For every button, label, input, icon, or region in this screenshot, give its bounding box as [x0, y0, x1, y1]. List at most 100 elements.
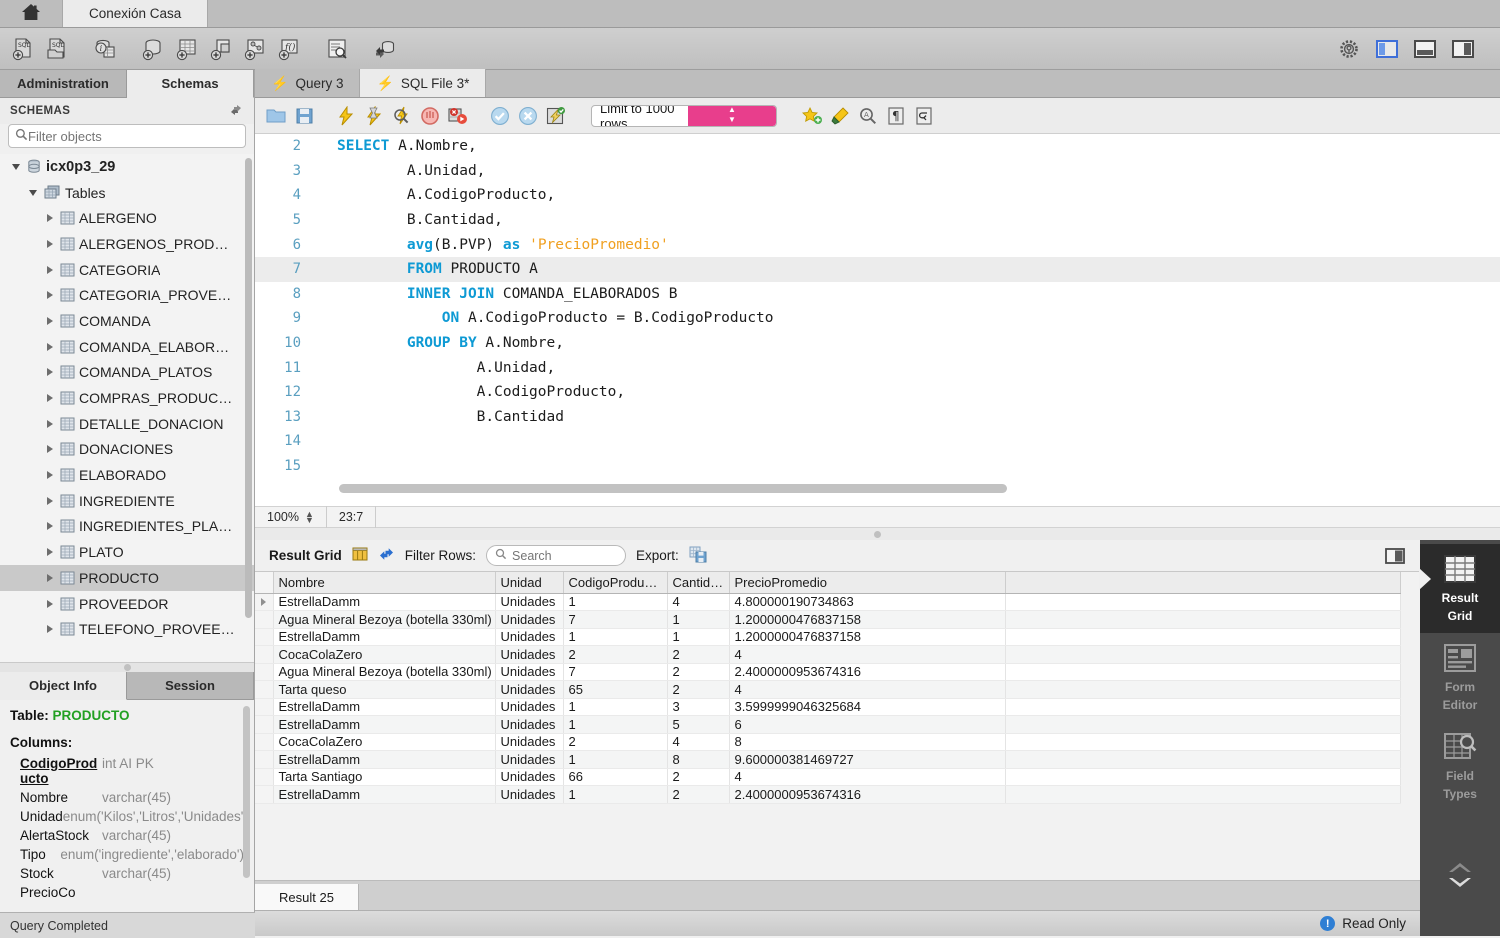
- table-cell[interactable]: 1: [667, 628, 730, 646]
- table-cell[interactable]: Agua Mineral Bezoya (botella 330ml): [273, 610, 496, 629]
- chevron-right-icon[interactable]: [42, 573, 58, 582]
- table-cell[interactable]: [1005, 785, 1401, 804]
- table-row[interactable]: Agua Mineral Bezoya (botella 330ml) Unida…: [255, 663, 1401, 681]
- commit-icon[interactable]: [487, 103, 513, 129]
- new-sql-tab-icon[interactable]: SQL: [8, 34, 38, 64]
- chevron-right-icon[interactable]: [42, 625, 58, 634]
- table-cell[interactable]: 2: [563, 645, 668, 664]
- stop-icon[interactable]: [417, 103, 443, 129]
- table-cell[interactable]: 4.800000190734863: [729, 593, 1006, 611]
- table-cell[interactable]: 4: [729, 680, 1006, 699]
- chevron-down-icon[interactable]: [25, 189, 41, 196]
- column-header[interactable]: PrecioPromedio: [729, 572, 1006, 594]
- table-cell[interactable]: EstrellaDamm: [273, 593, 496, 611]
- explain-query-icon[interactable]: [389, 103, 415, 129]
- table-row[interactable]: EstrellaDamm Unidades 1 4 4.800000190734863: [255, 593, 1401, 611]
- table-cell[interactable]: 1: [563, 715, 668, 734]
- column-header[interactable]: [1005, 572, 1401, 594]
- row-marker[interactable]: [255, 698, 274, 716]
- view-form-editor[interactable]: Form Editor: [1420, 633, 1500, 722]
- export-recordset-icon[interactable]: [689, 546, 707, 566]
- table-row[interactable]: EstrellaDamm Unidades 1 5 6: [255, 715, 1401, 734]
- tree-node-tables[interactable]: Tables: [0, 180, 254, 206]
- new-view-icon[interactable]: [206, 34, 236, 64]
- home-tab[interactable]: [0, 0, 62, 27]
- code-line[interactable]: 9 ON A.CodigoProducto = B.CodigoProducto: [255, 306, 1500, 331]
- row-marker[interactable]: [255, 768, 274, 786]
- table-cell[interactable]: 2: [667, 768, 730, 786]
- toggle-invisible-chars-icon[interactable]: ¶: [883, 103, 909, 129]
- zoom-stepper-icon[interactable]: ▲ ▼: [305, 510, 314, 525]
- code-line[interactable]: 4 A.CodigoProducto,: [255, 183, 1500, 208]
- chevron-right-icon[interactable]: [42, 599, 58, 608]
- table-row[interactable]: CocaColaZero Unidades 2 2 4: [255, 645, 1401, 664]
- tree-node-telefono-provee[interactable]: TELEFONO_PROVEE…: [0, 616, 254, 642]
- chevron-right-icon[interactable]: [42, 419, 58, 428]
- table-cell[interactable]: 7: [563, 663, 668, 681]
- chevron-right-icon[interactable]: [42, 342, 58, 351]
- table-cell[interactable]: 2: [667, 663, 730, 681]
- table-cell[interactable]: Unidades: [495, 698, 564, 716]
- row-marker[interactable]: [255, 680, 274, 699]
- tree-node-categoria[interactable]: CATEGORIA: [0, 257, 254, 283]
- new-snippet-icon[interactable]: [799, 103, 825, 129]
- row-marker[interactable]: [255, 628, 274, 646]
- chevron-right-icon[interactable]: [42, 445, 58, 454]
- code-line[interactable]: 11 A.Unidad,: [255, 355, 1500, 380]
- toggle-secondary-sidebar-icon[interactable]: [1448, 34, 1478, 64]
- tree-node-comanda-platos[interactable]: COMANDA_PLATOS: [0, 360, 254, 386]
- chevron-right-icon[interactable]: [42, 496, 58, 505]
- row-marker[interactable]: [255, 715, 274, 734]
- grid-view-icon[interactable]: [352, 546, 368, 565]
- table-row[interactable]: Tarta queso Unidades 65 2 4: [255, 680, 1401, 699]
- table-cell[interactable]: 3: [667, 698, 730, 716]
- table-cell[interactable]: [1005, 715, 1401, 734]
- table-cell[interactable]: 8: [667, 750, 730, 769]
- execute-icon[interactable]: [333, 103, 359, 129]
- limit-rows-select[interactable]: Limit to 1000 rows ▲ ▼: [591, 104, 777, 127]
- table-cell[interactable]: Unidades: [495, 750, 564, 769]
- table-cell[interactable]: 65: [563, 680, 668, 699]
- tree-node-ingrediente[interactable]: INGREDIENTE: [0, 488, 254, 514]
- table-cell[interactable]: Agua Mineral Bezoya (botella 330ml): [273, 663, 496, 681]
- collapse-expand-chevrons-icon[interactable]: [1443, 858, 1477, 936]
- connection-info-icon[interactable]: i: [90, 34, 120, 64]
- refresh-grid-icon[interactable]: [378, 546, 395, 565]
- tab-sql-file-3[interactable]: ⚡ SQL File 3*: [360, 69, 487, 97]
- editor-horizontal-scrollbar[interactable]: [339, 484, 1007, 493]
- row-marker[interactable]: [255, 733, 274, 751]
- code-line[interactable]: 2 SELECT A.Nombre,: [255, 134, 1500, 159]
- chevron-right-icon[interactable]: [42, 471, 58, 480]
- wrap-lines-icon[interactable]: [911, 103, 937, 129]
- table-cell[interactable]: Tarta queso: [273, 680, 496, 699]
- code-line[interactable]: 6 avg(B.PVP) as 'PrecioPromedio': [255, 232, 1500, 257]
- table-cell[interactable]: Unidades: [495, 610, 564, 629]
- connection-tab[interactable]: Conexión Casa: [62, 0, 209, 27]
- view-result-grid[interactable]: Result Grid: [1420, 544, 1500, 633]
- toggle-field-panel-icon[interactable]: [1384, 547, 1406, 565]
- tree-node-compras-produc[interactable]: COMPRAS_PRODUC…: [0, 385, 254, 411]
- tree-node-categoria-prove[interactable]: CATEGORIA_PROVE…: [0, 282, 254, 308]
- table-row[interactable]: EstrellaDamm Unidades 1 8 9.600000381469727: [255, 750, 1401, 769]
- table-cell[interactable]: EstrellaDamm: [273, 750, 496, 769]
- table-cell[interactable]: 1.2000000476837158: [729, 628, 1006, 646]
- code-line[interactable]: 8 INNER JOIN COMANDA_ELABORADOS B: [255, 282, 1500, 307]
- row-marker[interactable]: [255, 785, 274, 804]
- schema-tree-scrollbar[interactable]: [245, 158, 252, 618]
- table-cell[interactable]: 2: [667, 645, 730, 664]
- code-line[interactable]: 5 B.Cantidad,: [255, 208, 1500, 233]
- sql-code-editor[interactable]: 2 SELECT A.Nombre, 3 A.Unidad, 4 A.CodigoPr…: [255, 134, 1500, 506]
- table-cell[interactable]: 1: [563, 628, 668, 646]
- schema-tree[interactable]: icx0p3_29 Tables ALERGENO ALERGENOS_PROD… CA…: [0, 154, 254, 662]
- table-cell[interactable]: EstrellaDamm: [273, 715, 496, 734]
- filter-rows-search-box[interactable]: [486, 545, 627, 566]
- table-cell[interactable]: Unidades: [495, 768, 564, 786]
- open-sql-script-icon[interactable]: SQL: [42, 34, 72, 64]
- tree-node-producto[interactable]: PRODUCTO: [0, 565, 254, 591]
- reconnect-to-server-icon[interactable]: [370, 34, 400, 64]
- chevron-right-icon[interactable]: [42, 316, 58, 325]
- table-cell[interactable]: [1005, 628, 1401, 646]
- table-cell[interactable]: 66: [563, 768, 668, 786]
- table-cell[interactable]: 7: [563, 610, 668, 629]
- table-cell[interactable]: Unidades: [495, 715, 564, 734]
